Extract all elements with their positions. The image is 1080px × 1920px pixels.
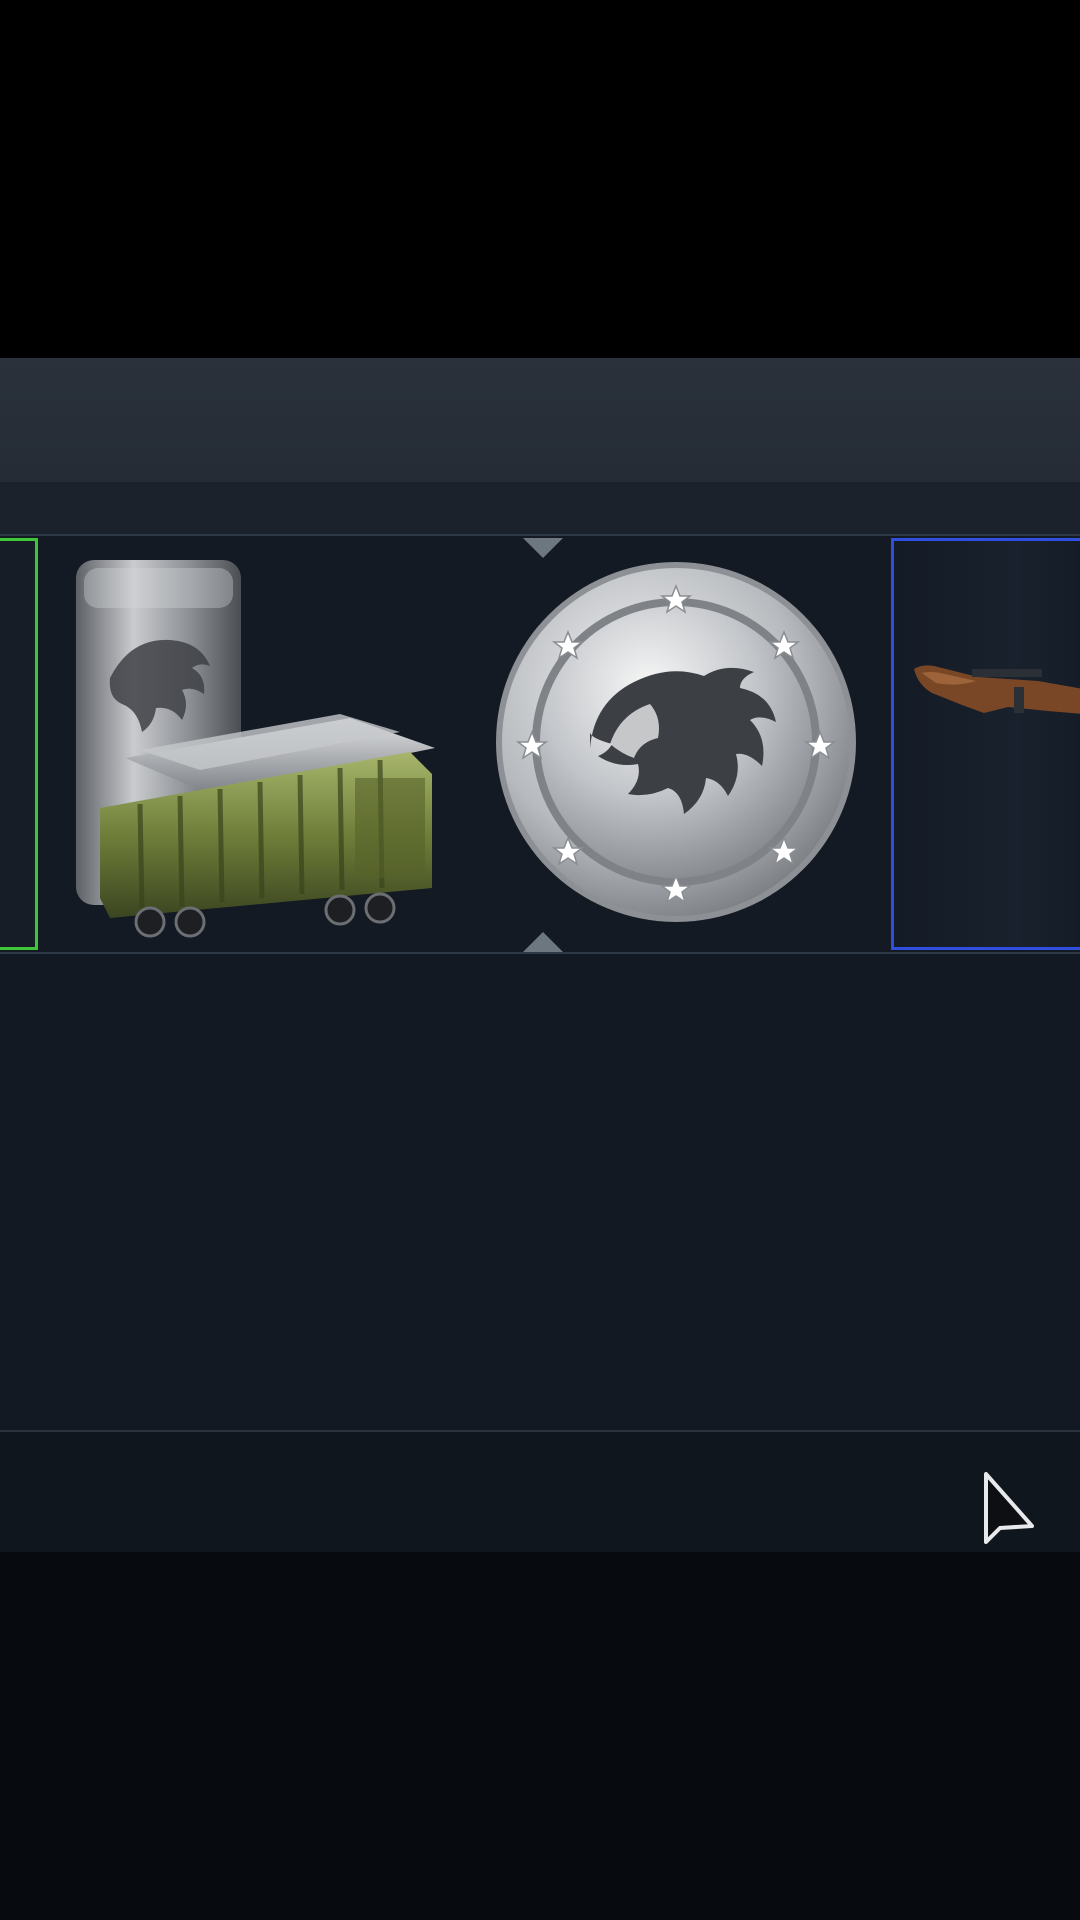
header-bar: [0, 358, 1080, 482]
silver-ingot-supply-wagon-icon: [76, 560, 435, 938]
top-letterbox: [0, 0, 1080, 358]
roulette-item-lion-coin[interactable]: [470, 538, 880, 950]
roulette-item-supply-wagon[interactable]: [40, 538, 460, 950]
footer-bar: [0, 1432, 1080, 1552]
reward-info-panel: [0, 954, 1080, 1432]
rifle-icon: [914, 665, 1080, 714]
roulette-strip: [0, 534, 1080, 954]
selection-marker-top-icon: [523, 538, 563, 558]
silver-lion-coin-icon: [496, 562, 856, 922]
subheader-bar: [0, 482, 1080, 534]
roulette-item-green-rarity[interactable]: [0, 538, 38, 950]
selection-marker-bottom-icon: [523, 932, 563, 952]
bottom-letterbox: [0, 1552, 1080, 1920]
game-screen: [0, 0, 1080, 1920]
roulette-item-rifle[interactable]: [891, 538, 1080, 950]
mouse-cursor-icon: [984, 1472, 1034, 1544]
